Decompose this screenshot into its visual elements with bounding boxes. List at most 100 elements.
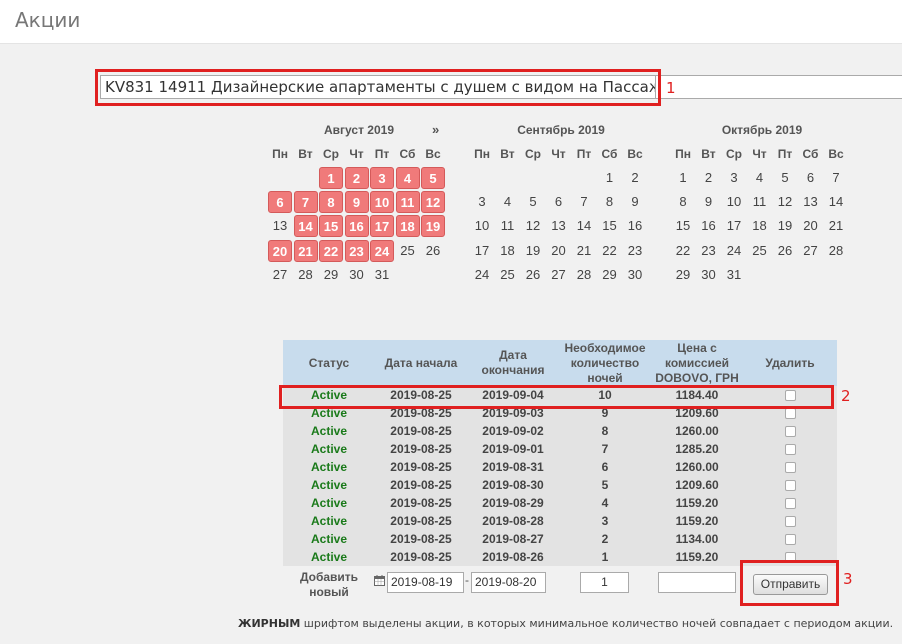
calendar-day-selected[interactable]: 18 [395,215,420,238]
calendar-day-selected[interactable]: 5 [421,167,445,189]
new-end-date-input[interactable]: 2019-08-20 [471,572,546,593]
calendar-day[interactable]: 18 [496,240,520,262]
calendar-day[interactable]: 30 [697,264,721,286]
calendar-day[interactable]: 24 [470,264,494,286]
calendar-day[interactable]: 16 [697,215,721,237]
calendar-day[interactable]: 10 [722,191,746,213]
calendar-day-selected[interactable]: 2 [344,167,369,189]
delete-checkbox[interactable] [784,444,796,456]
calendar-day[interactable]: 21 [572,240,596,262]
calendar-day[interactable]: 30 [623,264,647,286]
calendar-day-selected[interactable]: 11 [395,191,420,214]
calendar-day[interactable]: 13 [268,215,292,237]
calendar-day[interactable]: 4 [496,191,520,213]
calendar-day[interactable]: 30 [345,264,369,286]
calendar-day[interactable]: 29 [671,264,695,286]
calendar-day[interactable]: 7 [572,191,596,213]
apartment-select-extension[interactable] [656,75,902,99]
calendar-day-selected[interactable]: 23 [344,239,369,262]
calendar-day-selected[interactable]: 15 [319,215,343,238]
calendar-day[interactable]: 25 [496,264,520,286]
calendar-day[interactable]: 31 [722,264,746,286]
calendar-day[interactable]: 12 [773,191,797,213]
calendar-day-selected[interactable]: 22 [319,239,343,262]
calendar-day[interactable]: 6 [547,191,571,213]
calendar-day[interactable]: 14 [824,191,848,213]
calendar-day[interactable]: 19 [521,240,545,262]
calendar-day-selected[interactable]: 24 [370,239,394,262]
calendar-day-selected[interactable]: 8 [319,191,343,214]
calendar-day[interactable]: 20 [799,215,823,237]
calendar-day-selected[interactable]: 12 [421,191,445,214]
calendar-day[interactable]: 27 [799,240,823,262]
delete-checkbox[interactable] [784,408,796,420]
calendar-day[interactable]: 29 [319,264,343,286]
calendar-day[interactable]: 8 [598,191,622,213]
delete-checkbox[interactable] [784,516,796,528]
calendar-day[interactable]: 23 [623,240,647,262]
calendar-day-selected[interactable]: 16 [344,215,369,238]
calendar-day[interactable]: 15 [598,215,622,237]
calendar-day[interactable]: 7 [824,167,848,189]
calendar-day[interactable]: 22 [671,240,695,262]
calendar-day[interactable]: 26 [521,264,545,286]
calendar-day[interactable]: 14 [572,215,596,237]
calendar-day[interactable]: 27 [268,264,292,286]
calendar-day[interactable]: 13 [799,191,823,213]
calendar-day[interactable]: 20 [547,240,571,262]
calendar-day-selected[interactable]: 9 [344,191,369,214]
calendar-day-selected[interactable]: 3 [370,167,394,189]
calendar-day[interactable]: 3 [722,167,746,189]
calendar-day[interactable]: 21 [824,215,848,237]
calendar-day[interactable]: 9 [697,191,721,213]
calendar-day-selected[interactable]: 1 [319,167,343,189]
calendar-icon[interactable] [374,575,385,586]
calendar-day[interactable]: 24 [722,240,746,262]
calendar-day[interactable]: 11 [496,215,520,237]
calendar-day-selected[interactable]: 17 [370,215,394,238]
calendar-day[interactable]: 2 [623,167,647,189]
next-month-icon[interactable]: » [432,122,439,137]
calendar-day[interactable]: 25 [396,240,420,262]
calendar-day[interactable]: 25 [748,240,772,262]
calendar-day[interactable]: 17 [470,240,494,262]
calendar-day[interactable]: 18 [748,215,772,237]
delete-checkbox[interactable] [784,534,796,546]
calendar-day-selected[interactable]: 14 [293,215,318,238]
calendar-day[interactable]: 3 [470,191,494,213]
calendar-day[interactable]: 23 [697,240,721,262]
calendar-day-selected[interactable]: 19 [421,215,445,238]
calendar-day[interactable]: 4 [748,167,772,189]
calendar-day[interactable]: 28 [824,240,848,262]
calendar-day[interactable]: 12 [521,215,545,237]
calendar-day[interactable]: 10 [470,215,494,237]
calendar-day[interactable]: 8 [671,191,695,213]
calendar-day-selected[interactable]: 21 [293,239,318,262]
new-price-input[interactable] [658,572,736,593]
new-nights-input[interactable]: 1 [580,572,629,593]
calendar-day[interactable]: 1 [671,167,695,189]
calendar-day[interactable]: 11 [748,191,772,213]
calendar-day-selected[interactable]: 4 [395,167,420,189]
calendar-day-selected[interactable]: 20 [268,239,292,262]
calendar-day[interactable]: 5 [521,191,545,213]
calendar-day[interactable]: 22 [598,240,622,262]
calendar-day[interactable]: 9 [623,191,647,213]
delete-checkbox[interactable] [784,480,796,492]
calendar-day[interactable]: 2 [697,167,721,189]
delete-checkbox[interactable] [784,498,796,510]
delete-checkbox[interactable] [784,462,796,474]
calendar-day[interactable]: 26 [773,240,797,262]
calendar-day[interactable]: 27 [547,264,571,286]
calendar-day[interactable]: 28 [572,264,596,286]
calendar-day-selected[interactable]: 6 [268,191,292,214]
calendar-day[interactable]: 6 [799,167,823,189]
delete-checkbox[interactable] [784,426,796,438]
calendar-day[interactable]: 17 [722,215,746,237]
calendar-day[interactable]: 13 [547,215,571,237]
calendar-day[interactable]: 26 [421,240,445,262]
calendar-day-selected[interactable]: 7 [293,191,318,214]
calendar-day[interactable]: 31 [370,264,394,286]
calendar-day[interactable]: 29 [598,264,622,286]
calendar-day[interactable]: 28 [294,264,318,286]
